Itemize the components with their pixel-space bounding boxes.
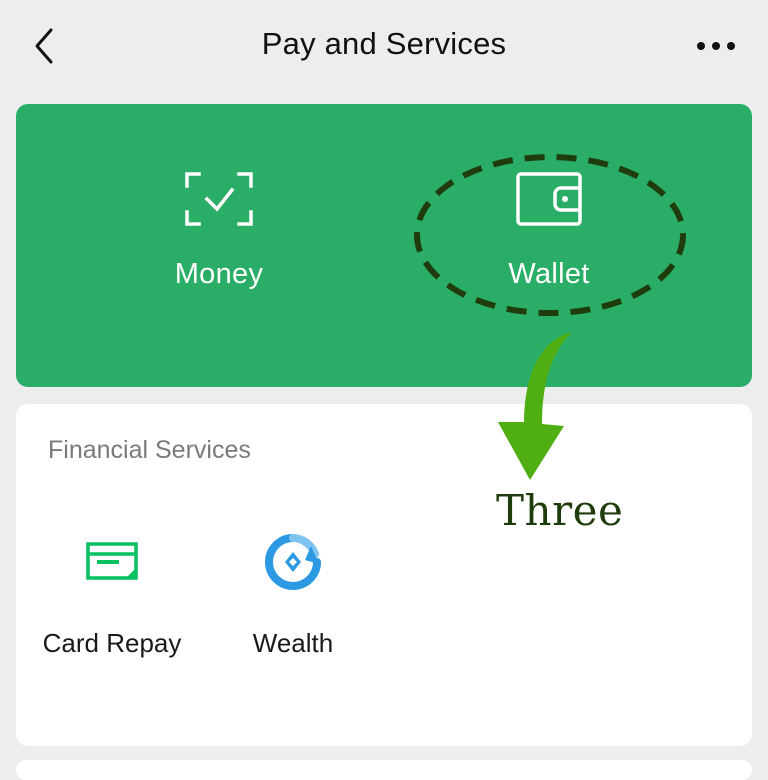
card-repay-button[interactable]: Card Repay: [22, 532, 202, 662]
page-title: Pay and Services: [261, 26, 507, 61]
scan-check-icon: [185, 172, 253, 226]
money-button[interactable]: Money: [119, 164, 319, 304]
wealth-label: Wealth: [252, 628, 334, 658]
nav-bar: Pay and Services: [0, 0, 768, 92]
more-dots-icon: [697, 42, 735, 50]
annotation-step-label: Three: [496, 486, 624, 535]
card-repay-label: Card Repay: [42, 628, 182, 658]
annotation-arrow-icon: [498, 332, 572, 480]
wealth-button[interactable]: Wealth: [203, 532, 383, 662]
annotation-dashed-ellipse: [414, 154, 686, 316]
financial-services-card: Financial Services Card Repay Wealth: [16, 404, 752, 746]
more-button[interactable]: [690, 24, 742, 68]
next-card-edge: [16, 760, 752, 780]
card-repay-icon: [86, 542, 138, 580]
wealth-icon: [265, 534, 321, 590]
section-title: Financial Services: [48, 436, 251, 464]
money-label: Money: [174, 258, 264, 290]
